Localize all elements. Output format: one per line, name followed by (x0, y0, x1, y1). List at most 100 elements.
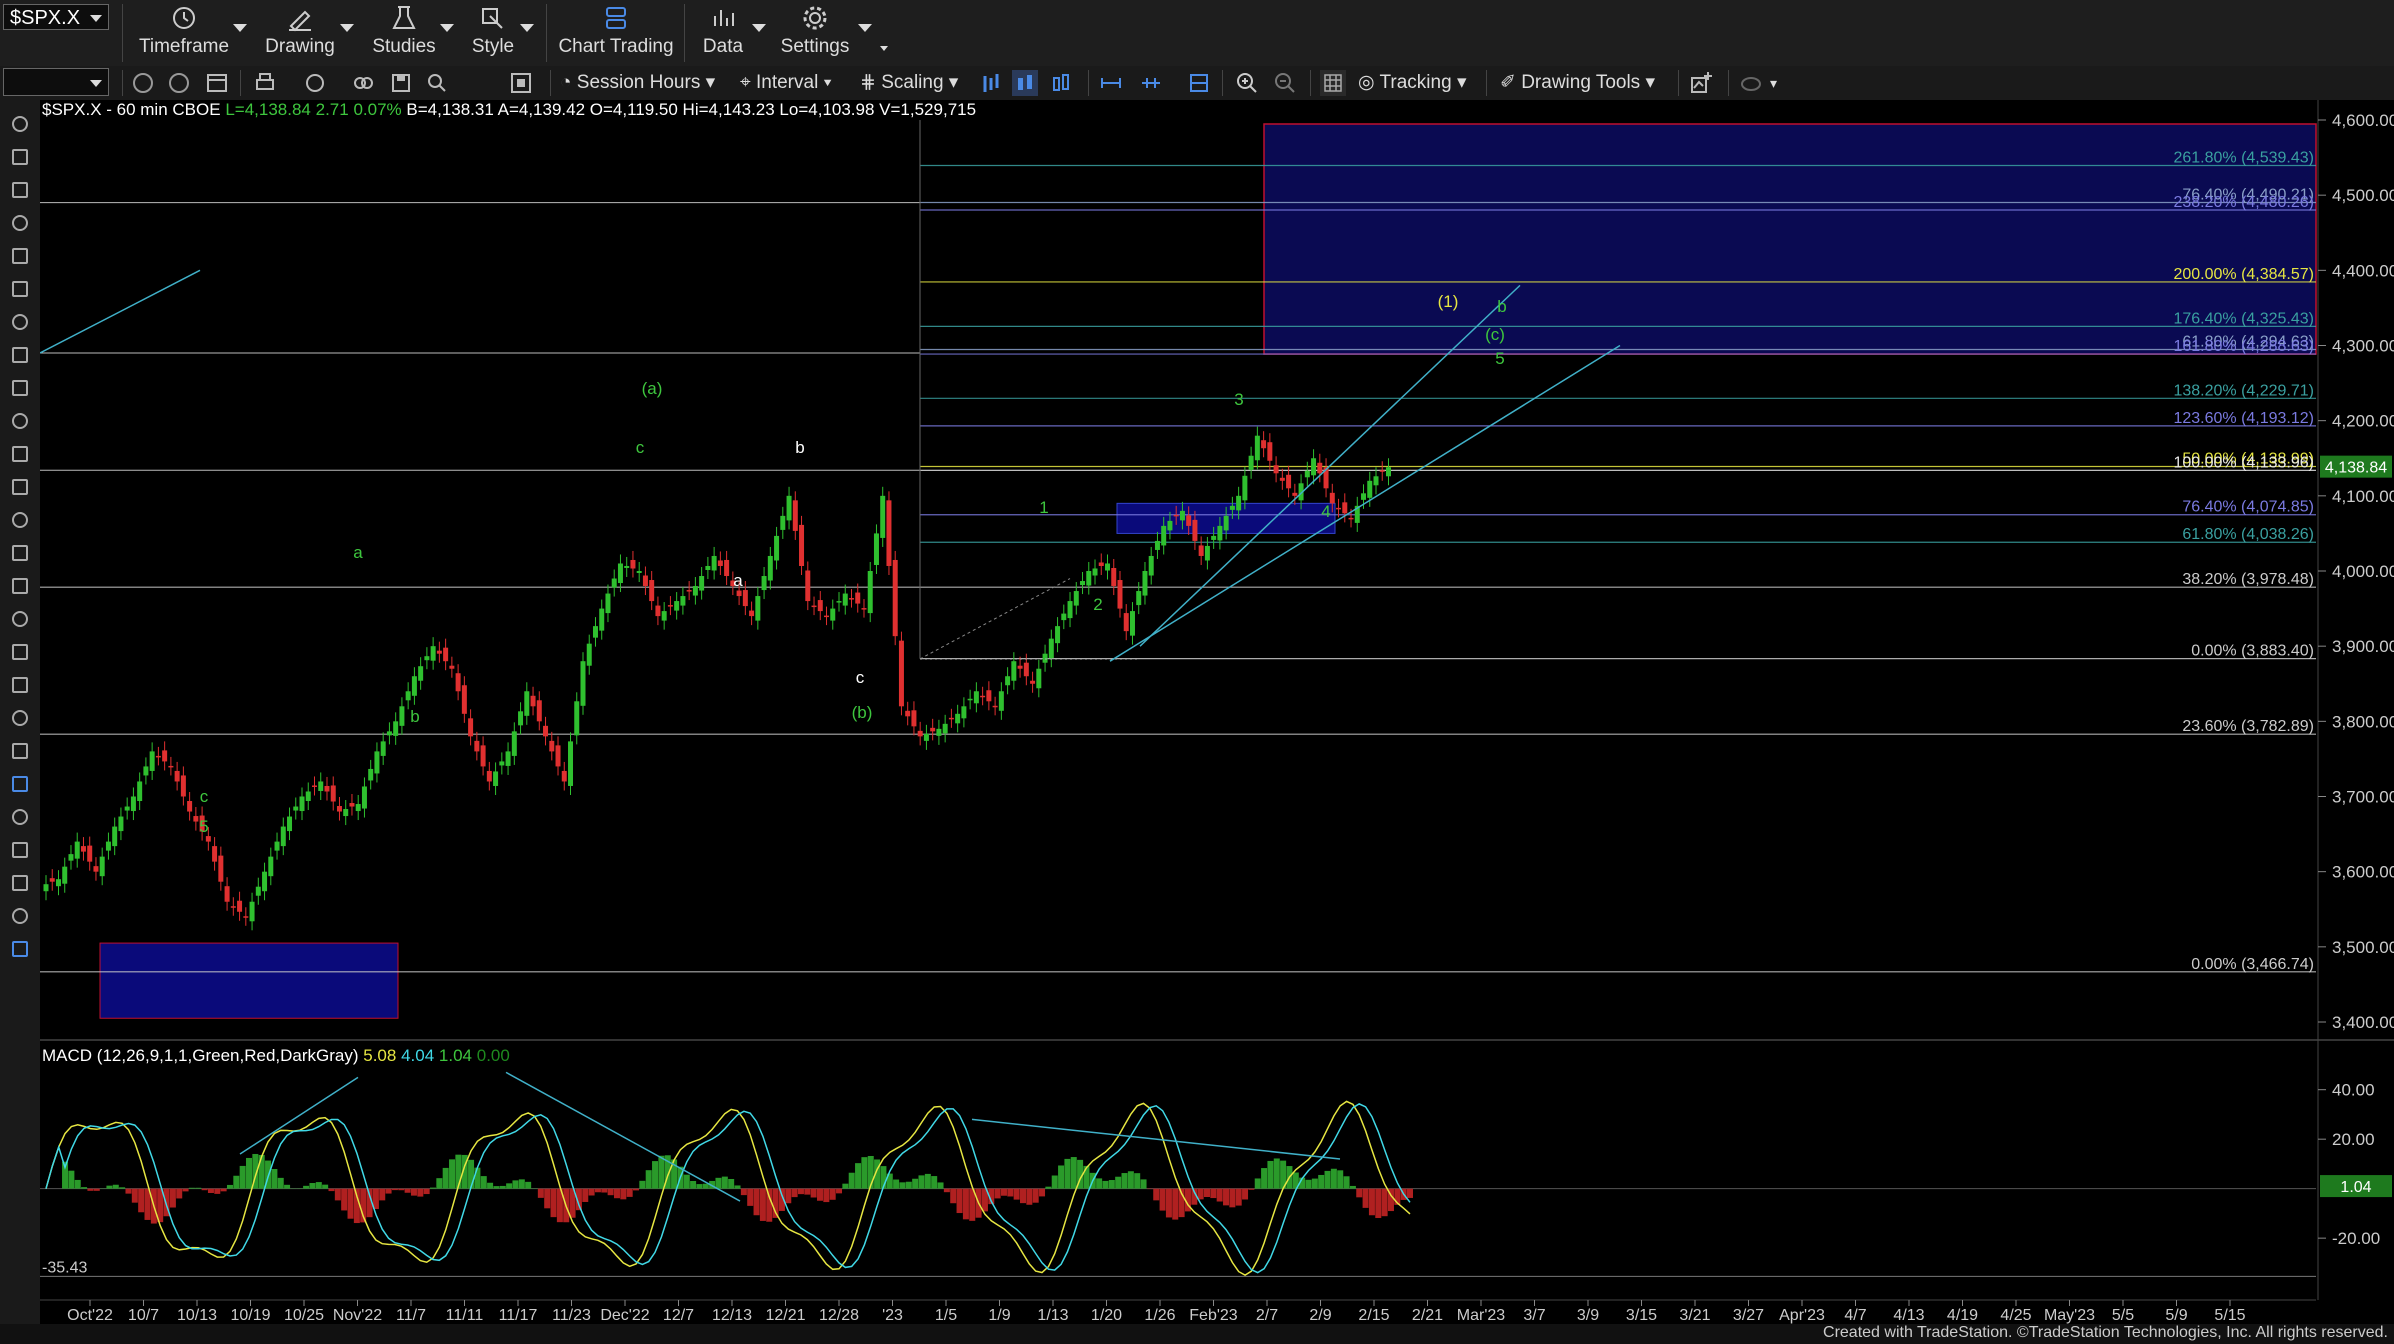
chevron-down-icon[interactable]: ▾ (1770, 68, 1777, 98)
chevron-down-icon[interactable] (340, 24, 354, 32)
macd-y-tick-label: -20.00 (2332, 1229, 2380, 1248)
ruler-icon[interactable] (6, 374, 34, 402)
secondary-selector[interactable] (3, 68, 109, 96)
chart-trading-icon (606, 7, 626, 29)
layout-icon[interactable] (508, 70, 534, 96)
text-icon[interactable] (6, 770, 34, 798)
candle-body (1117, 580, 1123, 609)
candle-body (187, 801, 193, 812)
candlestick-icon[interactable] (1012, 70, 1038, 96)
x-tick-label: 1/20 (1091, 1307, 1122, 1324)
macd-bar (1007, 1188, 1014, 1197)
studies-button[interactable]: Studies (366, 0, 442, 64)
toolbar-divider (1088, 70, 1089, 96)
candle-body (1373, 476, 1379, 486)
zoom-out-icon[interactable] (1272, 70, 1298, 96)
data-button[interactable]: Data (698, 0, 748, 64)
timeframe-button[interactable]: Timeframe (136, 0, 232, 64)
grid-icon[interactable] (6, 440, 34, 468)
candle-body (636, 571, 642, 574)
macd-y-tick-label: 20.00 (2332, 1130, 2375, 1149)
macd-bar (239, 1165, 246, 1189)
print-icon[interactable] (252, 70, 278, 96)
drawing-button[interactable]: Drawing (260, 0, 340, 64)
zoom-in-icon[interactable] (1234, 70, 1260, 96)
candle-body (1086, 571, 1092, 586)
session-hours-label: Session Hours (576, 72, 701, 93)
line-icon[interactable] (6, 803, 34, 831)
link-icon[interactable] (350, 70, 376, 96)
candle-body (1242, 475, 1248, 501)
macd-bar (728, 1178, 735, 1189)
circle-icon[interactable] (6, 704, 34, 732)
pointer-icon[interactable] (6, 110, 34, 138)
label-icon[interactable] (6, 935, 34, 963)
compress-icon[interactable] (1138, 70, 1164, 96)
arrow-up-icon[interactable] (6, 671, 34, 699)
save-icon[interactable] (388, 70, 414, 96)
chart-area[interactable]: 4,600.00 4,500.00 4,400.00 4,300.00 4,200.00… (40, 100, 2394, 1324)
crosshair-icon[interactable] (6, 143, 34, 171)
wrench-icon[interactable] (6, 176, 34, 204)
chevron-down-icon[interactable] (858, 24, 872, 32)
arrows-h-icon[interactable] (6, 242, 34, 270)
expand-icon[interactable] (1098, 70, 1124, 96)
rectangle-icon[interactable] (6, 737, 34, 765)
symbol-selector[interactable]: $SPX.X (3, 4, 109, 30)
grid-icon[interactable] (1320, 70, 1346, 96)
window-icon[interactable] (204, 70, 230, 96)
panel-icon[interactable] (1186, 70, 1212, 96)
globe-icon[interactable] (166, 70, 192, 96)
edit-icon[interactable] (6, 902, 34, 930)
session-hours-button[interactable]: ◔ Session Hours ▾ (560, 68, 715, 98)
chevron-down-icon[interactable] (880, 46, 888, 51)
macd-bar (1330, 1168, 1337, 1189)
candle-body (480, 745, 486, 767)
candle-body (536, 700, 542, 722)
hollow-candle-icon[interactable] (1048, 70, 1074, 96)
add-chart-icon[interactable] (1688, 70, 1714, 96)
pencil-icon[interactable] (6, 209, 34, 237)
macd-bar (537, 1188, 544, 1198)
chart-trading-button[interactable]: Chart Trading (556, 0, 676, 64)
macd-bar (226, 1184, 233, 1189)
style-button[interactable]: Style (466, 0, 520, 64)
channel-icon[interactable] (6, 341, 34, 369)
cloud-icon[interactable] (1738, 70, 1764, 96)
chevron-down-icon[interactable] (752, 24, 766, 32)
tracking-button[interactable]: ◎ Tracking ▾ (1358, 68, 1467, 98)
paint-icon[interactable] (6, 836, 34, 864)
measure-icon[interactable] (6, 539, 34, 567)
candle-body (149, 751, 155, 771)
settings-button[interactable]: Settings (780, 0, 850, 64)
candle-body (967, 698, 973, 701)
chevron-down-icon[interactable] (233, 24, 247, 32)
fib-label: 161.80% (4,288.63) (2173, 338, 2314, 355)
candle-body (193, 816, 199, 822)
candle-body (961, 706, 967, 719)
arc-icon[interactable] (6, 605, 34, 633)
chevron-down-icon[interactable] (440, 24, 454, 32)
bars-icon[interactable] (6, 407, 34, 435)
refresh-icon[interactable] (302, 70, 328, 96)
bar-chart-icon[interactable] (978, 70, 1004, 96)
drawing-tools-button[interactable]: ✐ Drawing Tools ▾ (1500, 68, 1655, 98)
search-icon[interactable] (424, 70, 450, 96)
scaling-button[interactable]: ⋕ Scaling ▾ (860, 68, 958, 98)
interval-button[interactable]: ⌖ Interval ▾ (740, 68, 832, 98)
macd-bar (81, 1187, 88, 1189)
triangle-icon[interactable] (6, 638, 34, 666)
fib-icon[interactable] (6, 308, 34, 336)
x-tick-label: 4/7 (1844, 1307, 1866, 1324)
candle-body (505, 751, 511, 766)
candle-body (761, 576, 767, 591)
spiral-icon[interactable] (6, 506, 34, 534)
arrows-v-icon[interactable] (6, 275, 34, 303)
lines-icon[interactable] (6, 473, 34, 501)
globe-icon[interactable] (130, 70, 156, 96)
arrow-left-icon[interactable] (6, 869, 34, 897)
macd-bar (1083, 1165, 1090, 1189)
chevron-down-icon[interactable] (520, 24, 534, 32)
macd-bar (258, 1154, 265, 1189)
vertical-bars-icon[interactable] (6, 572, 34, 600)
